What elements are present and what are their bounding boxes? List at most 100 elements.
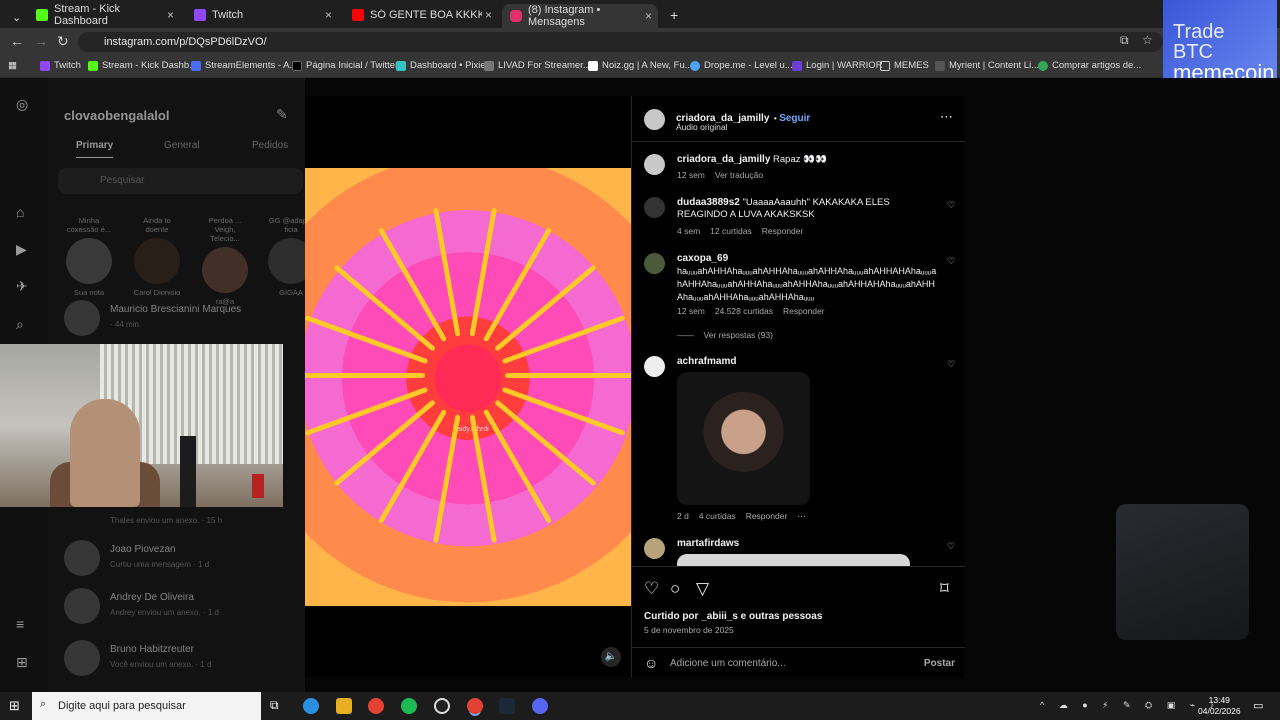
forward-icon[interactable]: →	[34, 33, 48, 49]
reply-link[interactable]: Responder	[762, 226, 804, 236]
steam-icon[interactable]	[499, 698, 515, 714]
heart-icon[interactable]: ♡	[947, 200, 955, 211]
note-item[interactable]: Minha coxessão é... Sua nota	[64, 216, 114, 297]
instagram-logo-icon[interactable]: ◎	[16, 96, 32, 112]
reply-link[interactable]: Responder	[746, 511, 788, 522]
chrome-icon[interactable]	[368, 698, 384, 714]
dm-search-input[interactable]: Pesquisar	[58, 168, 303, 194]
bookmark-twitter[interactable]: Página Inicial / Twitter	[292, 60, 398, 71]
reload-icon[interactable]: ↻	[57, 33, 69, 50]
close-icon[interactable]: ×	[325, 8, 332, 22]
comment-options-icon[interactable]: ⋯	[797, 511, 806, 522]
avatar[interactable]	[644, 253, 665, 274]
bookmarks-bar: ▦ Twitch Stream - Kick Dashb... StreamEl…	[0, 56, 1280, 78]
taskbar-clock[interactable]: 13:49 04/02/2026	[1198, 695, 1241, 717]
save-icon[interactable]: ⌑	[940, 579, 949, 599]
close-icon[interactable]: ×	[645, 9, 652, 23]
bookmark-star-icon[interactable]: ☆	[1142, 33, 1153, 47]
tab-youtube[interactable]: SÓ GENTE BOA KKKKKKKK - Yo ×	[344, 4, 498, 26]
translate-link[interactable]: Ver tradução	[715, 170, 763, 180]
bookmark-streamelements[interactable]: StreamElements - A...	[191, 60, 297, 71]
messages-icon[interactable]: ✈	[16, 278, 32, 294]
bookmark-warrior[interactable]: Login | WARRIOR	[792, 60, 883, 71]
conversation-item[interactable]: Mauricio Brescianini Marques · 44 min	[64, 300, 294, 340]
bookmark-pixie[interactable]: Dashboard • Pixie	[396, 60, 486, 71]
bookmark-folder-memes[interactable]: MEMES	[880, 60, 929, 71]
more-options-icon[interactable]: ⋯	[940, 109, 953, 125]
apps-icon[interactable]: ▦	[8, 60, 17, 71]
close-icon[interactable]: ×	[485, 8, 492, 22]
heart-icon[interactable]: ♡	[947, 359, 955, 370]
cast-icon[interactable]: ⧉	[1120, 33, 1129, 48]
liked-by[interactable]: Curtido por _abiii_s e outras pessoas	[644, 611, 822, 622]
comment-image[interactable]	[677, 554, 910, 566]
conversation-item[interactable]: Andrey De Oliveira Andrey enviou um anexo…	[64, 588, 294, 628]
note-item[interactable]: Perdoa ... Veigh, Telecio... ra@a	[200, 216, 250, 306]
like-icon[interactable]: ♡	[644, 579, 659, 599]
note-item[interactable]: Ainda to doente Carol Dionisio	[132, 216, 182, 297]
tab-general[interactable]: General	[164, 140, 200, 151]
conversation-item[interactable]: Joao Piovezan Curtiu uma mensagem · 1 d	[64, 540, 294, 580]
dm-username[interactable]: clovaobengalalol	[64, 108, 169, 123]
tab-list-button[interactable]: ⌄	[4, 6, 29, 28]
comment-image[interactable]	[677, 372, 810, 505]
menu-icon[interactable]: ≡	[16, 616, 32, 632]
follow-button[interactable]: Seguir	[779, 113, 810, 124]
heart-icon[interactable]: ♡	[947, 256, 955, 267]
heart-icon[interactable]: ♡	[947, 541, 955, 552]
copilot-icon[interactable]	[303, 698, 319, 714]
comment-item: martafirdaws ♡	[632, 538, 965, 566]
windows-start-icon[interactable]: ⊞	[9, 698, 20, 714]
task-view-icon[interactable]: ⧉	[270, 698, 286, 714]
flower-spike	[377, 408, 448, 524]
bookmark-drope[interactable]: Drope.me - Level u...	[690, 60, 793, 71]
flower-spike	[433, 207, 461, 337]
avatar[interactable]	[644, 538, 665, 559]
obs-icon[interactable]	[434, 698, 450, 714]
avatar[interactable]	[644, 197, 665, 218]
bookmark-noiz[interactable]: Noiz.gg | A New, Fu...	[588, 60, 693, 71]
home-icon[interactable]: ⌂	[16, 204, 32, 220]
bookmark-myrient[interactable]: Myrient | Content Li...	[935, 60, 1039, 71]
view-replies-button[interactable]: —— Ver respostas (93)	[677, 330, 773, 340]
share-icon[interactable]: ▽	[696, 579, 709, 599]
mini-video-player[interactable]	[1116, 504, 1249, 640]
mute-button[interactable]: 🔈	[601, 647, 621, 667]
notification-icon[interactable]: ▭	[1253, 699, 1263, 712]
tab-requests[interactable]: Pedidos	[252, 140, 288, 151]
taskbar-search-input[interactable]: ⌕ Digite aqui para pesquisar	[32, 692, 261, 720]
back-icon[interactable]: ←	[10, 33, 24, 49]
more-icon[interactable]: ⊞	[16, 654, 32, 670]
tab-instagram[interactable]: (8) Instagram • Mensagens ×	[502, 4, 658, 28]
bookmark-google-shopping[interactable]: Comprar artigos de...	[1038, 60, 1141, 71]
compose-icon[interactable]: ✎	[276, 106, 288, 123]
tab-kick[interactable]: Stream - Kick Dashboard ×	[28, 3, 180, 27]
post-media[interactable]: gaidy.mhrdi 🔈	[305, 96, 631, 677]
avatar[interactable]	[644, 154, 665, 175]
chrome-active-icon[interactable]	[467, 698, 483, 714]
spotify-icon[interactable]	[401, 698, 417, 714]
bookmark-livad[interactable]: LIVAD For Streamer...	[484, 60, 591, 71]
post-comment-button[interactable]: Postar	[924, 658, 955, 669]
bookmark-twitch[interactable]: Twitch	[40, 60, 81, 71]
flower-spike	[305, 315, 429, 365]
close-icon[interactable]: ×	[167, 8, 174, 22]
file-explorer-icon[interactable]	[336, 698, 352, 714]
system-tray-icons[interactable]: ^ ☁ ● ⚡ ✎ ⛭ ▣ ⌁ ♪	[1040, 700, 1220, 711]
audio-label[interactable]: Áudio original	[676, 122, 728, 132]
comment-icon[interactable]: ○	[670, 579, 680, 599]
new-tab-button[interactable]: +	[662, 4, 686, 26]
reels-icon[interactable]: ▶	[16, 241, 32, 257]
tab-primary[interactable]: Primary	[76, 140, 114, 158]
discord-icon[interactable]	[532, 698, 548, 714]
tab-twitch[interactable]: Twitch ×	[186, 4, 338, 26]
emoji-icon[interactable]: ☺	[644, 655, 658, 671]
author-avatar[interactable]	[644, 109, 665, 130]
reply-link[interactable]: Responder	[783, 306, 825, 316]
address-bar[interactable]: instagram.com/p/DQsPD6lDzVO/	[78, 32, 1163, 52]
bookmark-kick[interactable]: Stream - Kick Dashb...	[88, 60, 197, 71]
comment-input[interactable]: Adicione um comentário...	[670, 658, 786, 669]
avatar[interactable]	[644, 356, 665, 377]
search-icon[interactable]: ⌕	[16, 316, 32, 332]
conversation-item[interactable]: Bruno Habitzreuter Você enviou um anexo. …	[64, 640, 294, 680]
